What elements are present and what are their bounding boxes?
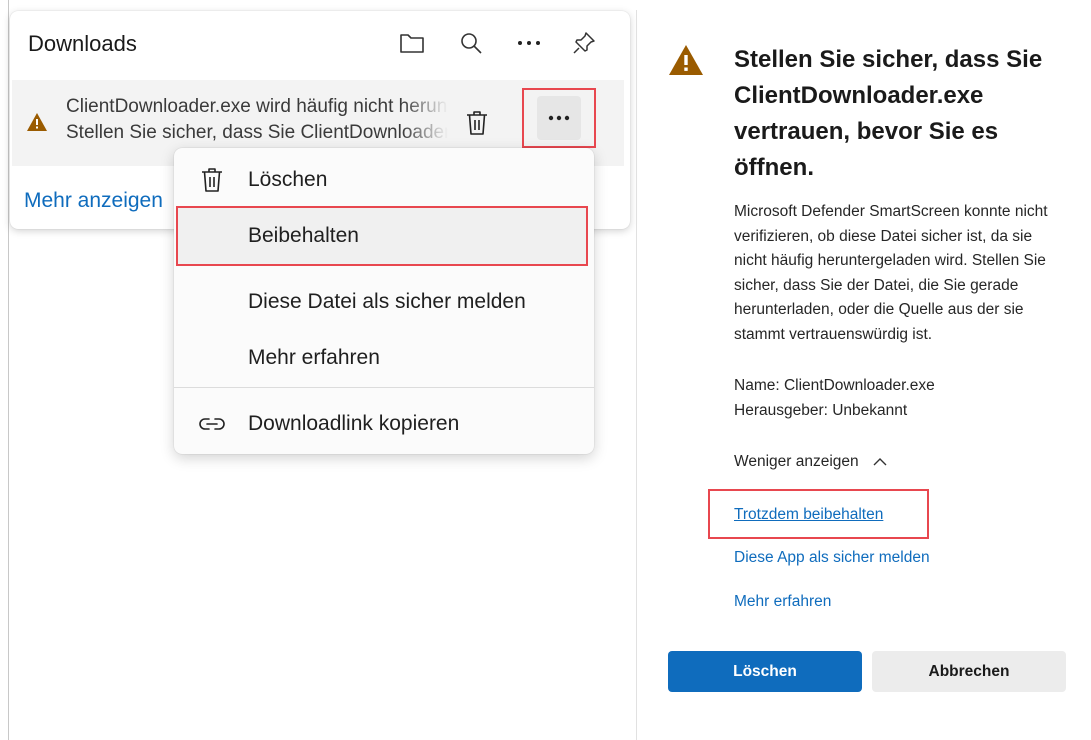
menu-item-copy-link[interactable]: Downloadlink kopieren [174, 396, 594, 452]
more-dots-icon [537, 96, 581, 140]
file-name: Name: ClientDownloader.exe [734, 377, 935, 394]
warning-icon [26, 112, 48, 137]
warning-icon [668, 44, 704, 81]
report-safe-link[interactable]: Diese App als sicher melden [734, 549, 930, 567]
trash-icon [198, 166, 226, 194]
delete-button[interactable]: Löschen [668, 651, 862, 692]
keep-highlight-box [176, 206, 588, 266]
context-menu: Löschen Beibehalten Diese Datei als sich… [174, 148, 594, 454]
menu-separator [174, 387, 594, 388]
file-publisher: Herausgeber: Unbekannt [734, 402, 908, 419]
link-icon [198, 410, 226, 438]
download-item-text: ClientDownloader.exe wird häufig nicht h… [66, 94, 448, 146]
menu-item-label: Mehr erfahren [248, 346, 380, 369]
panel-title: Stellen Sie sicher, dass Sie ClientDownl… [734, 46, 1043, 181]
show-more-link[interactable]: Mehr anzeigen [24, 189, 163, 213]
more-options-icon[interactable] [511, 25, 547, 61]
menu-item-keep[interactable]: Beibehalten [174, 204, 594, 266]
show-less-label: Weniger anzeigen [734, 453, 859, 470]
panel-description: Microsoft Defender SmartScreen konnte ni… [734, 203, 1048, 343]
menu-item-label: Diese Datei als sicher melden [248, 290, 526, 313]
menu-item-label: Downloadlink kopieren [248, 412, 460, 435]
menu-item-report-safe[interactable]: Diese Datei als sicher melden [174, 274, 594, 330]
menu-item-label: Beibehalten [248, 224, 359, 247]
menu-item-learn-more[interactable]: Mehr erfahren [174, 330, 594, 386]
delete-item-button[interactable] [460, 106, 494, 140]
folder-icon[interactable] [394, 25, 430, 61]
item-more-button[interactable] [522, 88, 596, 148]
show-less-toggle[interactable]: Weniger anzeigen [734, 453, 887, 471]
chevron-up-icon [873, 453, 887, 471]
download-item-line2: Stellen Sie sicher, dass Sie ClientDownl… [66, 122, 448, 143]
file-details: Name: ClientDownloader.exe Herausgeber: … [734, 373, 935, 423]
page-left-border [8, 0, 9, 740]
cancel-button[interactable]: Abbrechen [872, 651, 1066, 692]
learn-more-link[interactable]: Mehr erfahren [734, 593, 831, 611]
menu-item-delete[interactable]: Löschen [174, 152, 594, 208]
menu-item-label: Löschen [248, 168, 328, 191]
keep-anyway-link[interactable]: Trotzdem beibehalten [734, 506, 883, 524]
downloads-title: Downloads [28, 31, 137, 56]
pin-icon[interactable] [566, 25, 602, 61]
trash-icon [467, 111, 487, 135]
panel-divider [636, 10, 637, 740]
search-icon[interactable] [453, 25, 489, 61]
download-item-line1: ClientDownloader.exe wird häufig nicht h… [66, 96, 448, 117]
